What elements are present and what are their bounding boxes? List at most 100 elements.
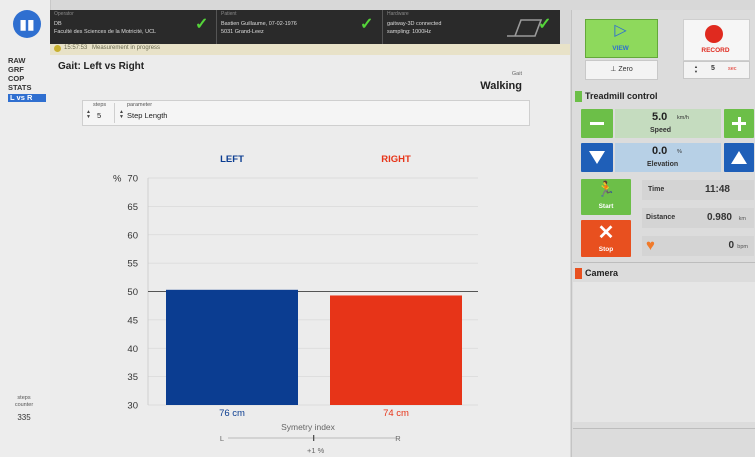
distance-label: Distance <box>646 214 676 221</box>
stop-button[interactable]: ✕ Stop <box>581 220 631 257</box>
elevation-display: 0.0 % Elevation <box>615 143 721 172</box>
status-bar: Operator DB Faculté des Sciences de la M… <box>50 10 560 44</box>
gait-value: Walking <box>480 80 522 92</box>
speed-decrease-button[interactable] <box>581 109 613 138</box>
speed-label: Speed <box>650 127 672 134</box>
y-tick-label: 35 <box>127 372 138 383</box>
measurement-status-bar: 15:57:53 Measurement in progress <box>50 44 570 55</box>
bar-chart-icon[interactable]: ▮▮ <box>13 10 41 38</box>
y-tick-label: 45 <box>127 315 138 326</box>
category-label: LEFT <box>220 154 244 165</box>
divider <box>573 262 755 263</box>
gait-label: Gait <box>511 71 522 77</box>
heart-rate-display: ♥ 0 bpm <box>642 236 754 256</box>
minus-icon <box>590 122 604 125</box>
bar-value-label: 76 cm <box>219 408 245 419</box>
heart-icon: ♥ <box>646 237 655 254</box>
elevation-value: 0.0 <box>652 145 668 157</box>
bar-value-label: 74 cm <box>383 408 409 419</box>
triangle-up-icon <box>731 151 747 164</box>
patient-address: 5031 Grand-Leez <box>221 29 264 35</box>
y-tick-label: 60 <box>127 230 138 241</box>
record-duration-stepper[interactable]: ▲ ▼ 5 sec <box>683 61 750 79</box>
page-title: Gait: Left vs Right <box>58 61 145 72</box>
category-label: RIGHT <box>381 154 411 165</box>
record-icon <box>705 25 723 43</box>
hardware-check-icon: ✓ <box>538 16 552 33</box>
zero-button-label: Zero <box>618 66 633 73</box>
patient-panel[interactable]: Patient Bastien Guillaume, 07-02-1976 50… <box>217 10 382 44</box>
nav-item-grf[interactable]: GRF <box>8 66 48 74</box>
bar-right <box>330 295 462 405</box>
parameter-label: parameter <box>127 102 153 108</box>
time-value: 11:48 <box>704 184 730 195</box>
symmetry-value: +1 % <box>307 446 325 455</box>
record-button-label: RECORD <box>701 47 730 54</box>
steps-counter-label-line1: steps <box>17 395 31 401</box>
heart-rate-unit: bpm <box>737 244 748 250</box>
duration-arrows[interactable]: ▲ ▼ <box>694 64 698 74</box>
parameter-value[interactable]: Step Length <box>127 111 167 120</box>
hardware-title: Hardware <box>387 11 409 17</box>
camera-title: Camera <box>585 268 619 278</box>
triangle-down-icon <box>589 151 605 164</box>
divider <box>114 103 115 123</box>
measurement-time: 15:57:53 <box>64 45 88 51</box>
treadmill-marker <box>575 91 582 102</box>
treadmill-title: Treadmill control <box>585 91 658 101</box>
operator-panel[interactable]: Operator DB Faculté des Sciences de la M… <box>50 10 216 44</box>
record-duration-unit: sec <box>728 66 737 72</box>
operator-check-icon: ✓ <box>195 16 209 33</box>
nav-item-l-vs-r[interactable]: L vs R <box>8 94 46 102</box>
stop-button-label: Stop <box>598 246 614 253</box>
distance-display: Distance 0.980 km <box>642 208 754 228</box>
time-display: Time 11:48 <box>642 180 754 200</box>
distance-value: 0.980 <box>706 212 732 223</box>
zero-button[interactable]: ⊥ Zero <box>585 60 658 80</box>
steps-counter-label: steps counter <box>4 395 44 409</box>
y-axis-label: % <box>113 174 122 185</box>
steps-label: steps <box>93 102 107 108</box>
y-tick-label: 65 <box>127 202 138 213</box>
nav-item-raw[interactable]: RAW <box>8 57 48 65</box>
heart-rate-value: 0 <box>728 240 734 251</box>
patient-check-icon: ✓ <box>360 16 374 33</box>
nav-item-stats[interactable]: STATS <box>8 84 48 92</box>
close-icon: ✕ <box>597 222 615 244</box>
patient-name: Bastien Guillaume, 07-02-1976 <box>221 21 297 27</box>
hardware-sampling: sampling: 1000Hz <box>387 29 432 35</box>
y-tick-label: 30 <box>127 401 138 412</box>
operator-name: DB <box>54 21 62 27</box>
symmetry-right-label: R <box>395 434 401 443</box>
elevation-increase-button[interactable] <box>724 143 754 172</box>
speed-unit: km/h <box>677 115 689 121</box>
elevation-label: Elevation <box>647 161 679 168</box>
alert-icon <box>54 45 61 52</box>
divider <box>573 428 755 429</box>
y-tick-label: 55 <box>127 259 138 270</box>
distance-unit: km <box>738 216 746 222</box>
record-duration-value: 5 <box>711 65 715 72</box>
play-icon: ▷ <box>614 22 627 39</box>
symmetry-left-label: L <box>220 434 224 443</box>
time-label: Time <box>648 186 665 193</box>
symmetry-bar-chart: 30 35 40 45 50 55 60 65 70% LEFT 76 cm RIGHT 74 cm Sy… <box>113 154 478 455</box>
hardware-panel[interactable]: Hardware gaitway-3D connected sampling: … <box>383 10 560 44</box>
running-person-icon: 🏃 <box>596 181 616 198</box>
measurement-status: Measurement in progress <box>92 45 161 51</box>
steps-stepper[interactable]: ▲ ▼ <box>86 110 91 120</box>
symmetry-title: Symetry index <box>281 422 336 432</box>
start-button[interactable]: 🏃 Start <box>581 179 631 215</box>
steps-counter-label-line2: counter <box>14 402 34 408</box>
bar-left <box>166 289 298 405</box>
steps-counter-value: 335 <box>17 413 31 422</box>
elevation-decrease-button[interactable] <box>581 143 613 172</box>
y-tick-label: 40 <box>127 344 138 355</box>
speed-increase-button[interactable] <box>724 109 754 138</box>
steps-value[interactable]: 5 <box>97 111 101 120</box>
nav-item-cop[interactable]: COP <box>8 75 48 83</box>
patient-title: Patient <box>221 11 237 17</box>
speed-display: 5.0 km/h Speed <box>615 109 721 138</box>
y-tick-label: 70 <box>127 174 138 185</box>
parameter-stepper[interactable]: ▲ ▼ <box>119 110 124 120</box>
